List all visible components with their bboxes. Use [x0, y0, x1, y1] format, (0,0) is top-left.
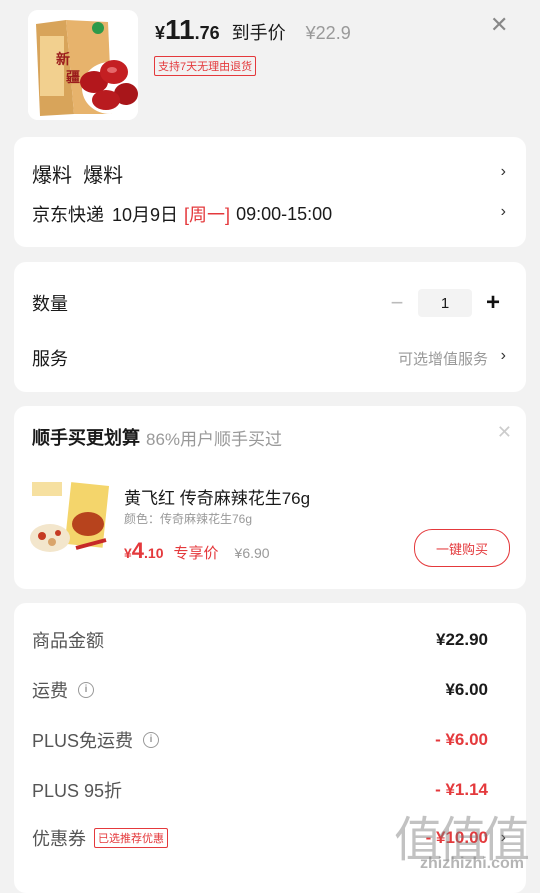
addon-price-symbol: ¥ — [124, 545, 132, 561]
freight-value: ¥6.00 — [445, 680, 488, 699]
quantity-service-card: 数量 − 1 + 服务 可选增值服务 › — [14, 262, 526, 392]
coupon-recommended-tag: 已选推荐优惠 — [94, 828, 168, 848]
close-icon[interactable]: ✕ — [497, 422, 512, 443]
info-icon[interactable]: i — [143, 732, 160, 748]
site-watermark: 值值值 zhizhizhi.com — [380, 800, 530, 875]
chevron-right-icon[interactable]: › — [501, 203, 506, 221]
minus-button[interactable]: − — [382, 290, 412, 316]
product-image[interactable]: 新 疆 — [28, 10, 138, 120]
delivery-time: 09:00-15:00 — [236, 203, 333, 224]
addon-header: 顺手买更划算 86%用户顺手买过 — [32, 424, 508, 450]
addon-price-label: 专享价 — [173, 545, 219, 562]
close-icon[interactable]: ✕ — [490, 12, 508, 38]
delivery-weekday: [周一] — [184, 205, 231, 225]
price-row: ¥ 11 .76 到手价 ¥22.9 — [155, 14, 351, 52]
plus-button[interactable]: + — [478, 289, 508, 317]
price-symbol: ¥ — [155, 23, 166, 43]
quantity-label: 数量 — [32, 294, 68, 314]
service-label: 服务 — [32, 349, 68, 369]
one-click-buy-button[interactable]: 一键购买 — [414, 529, 510, 567]
chevron-right-icon[interactable]: › — [501, 347, 506, 365]
svg-text:疆: 疆 — [66, 70, 80, 86]
shipping-card: 爆料 爆料 › 京东快递 10月9日 [周一] 09:00-15:00 › — [14, 137, 526, 247]
product-header: 新 疆 ¥ 11 .76 到手价 ¥22.9 支持7天无理由退货 ✕ — [0, 0, 540, 130]
addon-item-spec: 颜色：传奇麻辣花生76g — [124, 512, 253, 526]
quantity-stepper[interactable]: − 1 + — [382, 289, 508, 317]
plus-free-freight-label: PLUS免运费 — [32, 731, 134, 751]
addon-item-name[interactable]: 黄飞红 传奇麻辣花生76g — [124, 484, 310, 509]
freight-label: 运费 — [32, 681, 68, 701]
coupon-label: 优惠券 — [32, 829, 86, 849]
info-icon[interactable]: i — [78, 682, 94, 698]
goods-amount-label: 商品金额 — [32, 631, 104, 651]
addon-price-int: 4 — [131, 538, 145, 563]
plus-free-freight-value: - ¥6.00 — [435, 730, 488, 749]
plus-discount-label: PLUS 95折 — [32, 781, 123, 801]
shipping-title: 爆料 爆料 — [32, 165, 124, 187]
quantity-input[interactable]: 1 — [418, 289, 472, 317]
addon-price-row: ¥ 4 .10 专享价 ¥6.90 — [124, 538, 270, 564]
addon-price-dec: .10 — [144, 545, 164, 561]
service-row[interactable]: 服务 可选增值服务 — [32, 345, 508, 371]
goods-amount-value: ¥22.90 — [436, 630, 488, 649]
summary-plus-free-row: PLUS免运费 i - ¥6.00 — [32, 727, 508, 753]
chevron-right-icon[interactable]: › — [501, 163, 506, 181]
shipping-title-row[interactable]: 爆料 爆料 — [32, 159, 508, 188]
plus-discount-value: - ¥1.14 — [435, 780, 488, 799]
watermark-url: zhizhizhi.com — [420, 855, 524, 872]
addon-title: 顺手买更划算 — [32, 428, 140, 448]
addon-subtitle: 86%用户顺手买过 — [146, 429, 283, 449]
price-decimal: .76 — [194, 23, 220, 43]
summary-freight-row: 运费 i ¥6.00 — [32, 677, 508, 703]
carrier-name: 京东快递 — [32, 205, 104, 225]
addon-item-image[interactable] — [28, 478, 110, 560]
addon-original-price: ¥6.90 — [234, 545, 270, 561]
svg-text:新: 新 — [56, 51, 70, 68]
jujube-package-image: 新 疆 — [28, 10, 138, 120]
addon-card: 顺手买更划算 86%用户顺手买过 ✕ 黄飞红 传奇麻辣花生76g 颜色：传奇麻辣… — [14, 406, 526, 589]
delivery-date: 10月9日 — [112, 205, 179, 225]
service-value: 可选增值服务 — [397, 350, 488, 368]
peanut-package-image — [28, 478, 110, 560]
return-policy-tag: 支持7天无理由退货 — [154, 56, 257, 76]
price-integer: 11 — [165, 14, 195, 45]
net-price-label: 到手价 — [231, 23, 286, 43]
original-price: ¥22.9 — [305, 23, 351, 43]
summary-goods-row: 商品金额 ¥22.90 — [32, 627, 508, 653]
delivery-row[interactable]: 京东快递 10月9日 [周一] 09:00-15:00 — [32, 201, 508, 227]
